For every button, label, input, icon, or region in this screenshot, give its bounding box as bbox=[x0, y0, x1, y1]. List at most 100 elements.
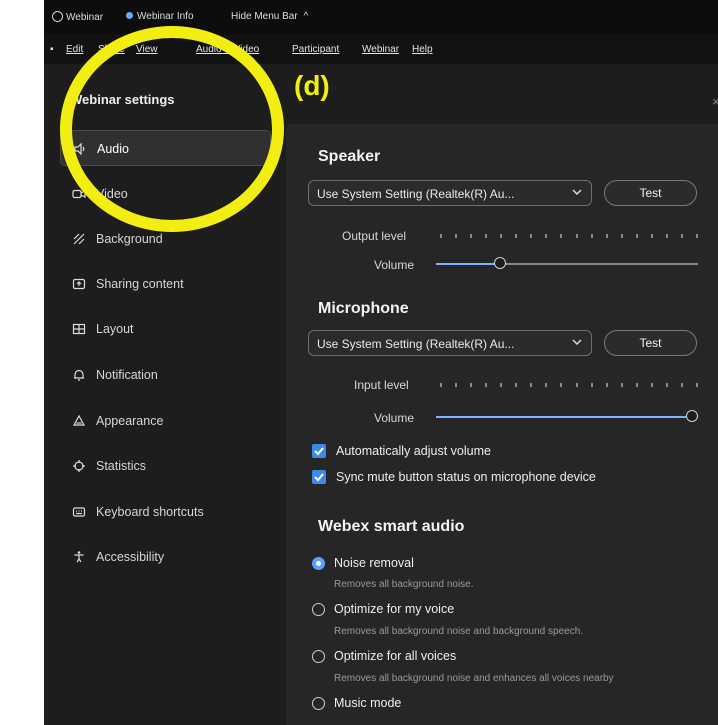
sidebar-item-label: Keyboard shortcuts bbox=[96, 505, 204, 519]
level-tick bbox=[470, 234, 472, 238]
auto-adjust-checkbox[interactable] bbox=[312, 444, 326, 458]
level-tick bbox=[500, 383, 502, 387]
sync-mute-checkbox[interactable] bbox=[312, 470, 326, 484]
info-dot-icon bbox=[126, 12, 133, 19]
auto-adjust-label: Automatically adjust volume bbox=[336, 444, 491, 458]
microphone-test-button[interactable]: Test bbox=[604, 330, 697, 356]
microphone-volume-slider[interactable] bbox=[436, 410, 698, 424]
sidebar-item-accessibility[interactable]: Accessibility bbox=[60, 539, 271, 575]
optimize-my-voice-label: Optimize for my voice bbox=[334, 602, 455, 616]
chevron-down-icon bbox=[572, 339, 582, 346]
sidebar-item-statistics[interactable]: Statistics bbox=[60, 448, 271, 484]
noise-removal-label: Noise removal bbox=[334, 556, 414, 570]
sidebar-item-sharing-content[interactable]: Sharing content bbox=[60, 266, 271, 302]
slider-thumb[interactable] bbox=[686, 410, 698, 422]
input-level-label: Input level bbox=[354, 378, 409, 392]
sidebar-item-notification[interactable]: Notification bbox=[60, 357, 271, 393]
level-tick bbox=[666, 383, 668, 387]
appearance-icon bbox=[72, 414, 86, 426]
level-tick bbox=[455, 383, 457, 387]
level-tick bbox=[606, 383, 608, 387]
level-tick bbox=[470, 383, 472, 387]
sidebar-item-label: Background bbox=[96, 232, 163, 246]
microphone-device-select[interactable]: Use System Setting (Realtek(R) Au... bbox=[308, 330, 592, 356]
level-tick bbox=[440, 383, 442, 387]
speaker-device-select[interactable]: Use System Setting (Realtek(R) Au... bbox=[308, 180, 592, 206]
level-tick bbox=[681, 234, 683, 238]
sidebar-item-label: Appearance bbox=[96, 414, 164, 428]
speaker-volume-label: Volume bbox=[374, 258, 415, 272]
checkmark-icon bbox=[314, 473, 324, 482]
webinar-info-tab[interactable]: Webinar Info bbox=[126, 11, 194, 22]
optimize-all-voices-radio[interactable] bbox=[312, 650, 325, 663]
slider-thumb[interactable] bbox=[494, 257, 506, 269]
microphone-device-value: Use System Setting (Realtek(R) Au... bbox=[317, 337, 515, 351]
speaker-volume-slider[interactable] bbox=[436, 257, 698, 271]
microphone-volume-label: Volume bbox=[374, 411, 415, 425]
level-tick bbox=[591, 383, 593, 387]
input-level-meter bbox=[440, 383, 698, 389]
annotation-circle bbox=[60, 26, 284, 232]
output-level-label: Output level bbox=[342, 229, 407, 243]
level-tick bbox=[515, 234, 517, 238]
level-tick bbox=[545, 383, 547, 387]
noise-removal-radio[interactable] bbox=[312, 557, 325, 570]
hide-menu-bar-button[interactable]: Hide Menu Bar ^ bbox=[231, 11, 308, 22]
sync-mute-label: Sync mute button status on microphone de… bbox=[336, 470, 596, 484]
level-tick bbox=[530, 234, 532, 238]
optimize-my-voice-radio[interactable] bbox=[312, 603, 325, 616]
level-tick bbox=[681, 383, 683, 387]
level-tick bbox=[560, 234, 562, 238]
optimize-all-voices-label: Optimize for all voices bbox=[334, 649, 457, 663]
layout-icon bbox=[72, 323, 86, 335]
level-tick bbox=[500, 234, 502, 238]
level-tick bbox=[696, 234, 698, 238]
menu-webinar[interactable]: Webinar bbox=[362, 44, 399, 55]
keyboard-icon bbox=[72, 507, 86, 517]
menu-edit[interactable]: Edit bbox=[66, 44, 83, 55]
speaker-test-button[interactable]: Test bbox=[604, 180, 697, 206]
menu-bar-icon: ▪ bbox=[50, 44, 54, 55]
level-tick bbox=[651, 234, 653, 238]
speaker-section-title: Speaker bbox=[318, 148, 381, 165]
level-tick bbox=[560, 383, 562, 387]
webex-app-window: Webinar Webinar Info Hide Menu Bar ^ ▪ E… bbox=[44, 0, 718, 725]
smart-audio-section-title: Webex smart audio bbox=[318, 518, 465, 535]
level-tick bbox=[666, 234, 668, 238]
optimize-all-voices-desc: Removes all background noise and enhance… bbox=[334, 673, 614, 684]
sidebar-item-appearance[interactable]: Appearance bbox=[60, 403, 271, 439]
bell-icon bbox=[74, 369, 84, 381]
sharing-icon bbox=[72, 278, 86, 290]
level-tick bbox=[621, 234, 623, 238]
sidebar-item-label: Sharing content bbox=[96, 277, 184, 291]
level-tick bbox=[636, 234, 638, 238]
annotation-label: (d) bbox=[294, 70, 330, 101]
checkmark-icon bbox=[314, 447, 324, 456]
level-tick bbox=[485, 383, 487, 387]
sidebar-item-label: Layout bbox=[96, 322, 134, 336]
chevron-up-icon: ^ bbox=[303, 11, 309, 22]
slider-fill bbox=[436, 263, 500, 265]
microphone-section-title: Microphone bbox=[318, 300, 409, 317]
music-mode-label: Music mode bbox=[334, 696, 402, 710]
sidebar-item-layout[interactable]: Layout bbox=[60, 311, 271, 347]
close-icon[interactable]: × bbox=[712, 94, 718, 109]
webex-logo-icon bbox=[52, 11, 63, 22]
menu-help[interactable]: Help bbox=[412, 44, 433, 55]
speaker-device-value: Use System Setting (Realtek(R) Au... bbox=[317, 187, 515, 201]
level-tick bbox=[651, 383, 653, 387]
level-tick bbox=[440, 234, 442, 238]
sidebar-item-label: Notification bbox=[96, 368, 158, 382]
app-tab[interactable]: Webinar bbox=[52, 11, 103, 23]
sidebar-item-label: Statistics bbox=[96, 459, 147, 473]
noise-removal-desc: Removes all background noise. bbox=[334, 579, 474, 590]
chevron-down-icon bbox=[572, 189, 582, 196]
background-icon bbox=[73, 233, 85, 245]
level-tick bbox=[576, 383, 578, 387]
level-tick bbox=[530, 383, 532, 387]
sidebar-item-keyboard-shortcuts[interactable]: Keyboard shortcuts bbox=[60, 494, 271, 530]
level-tick bbox=[636, 383, 638, 387]
level-tick bbox=[621, 383, 623, 387]
menu-participant[interactable]: Participant bbox=[292, 44, 339, 55]
music-mode-radio[interactable] bbox=[312, 697, 325, 710]
